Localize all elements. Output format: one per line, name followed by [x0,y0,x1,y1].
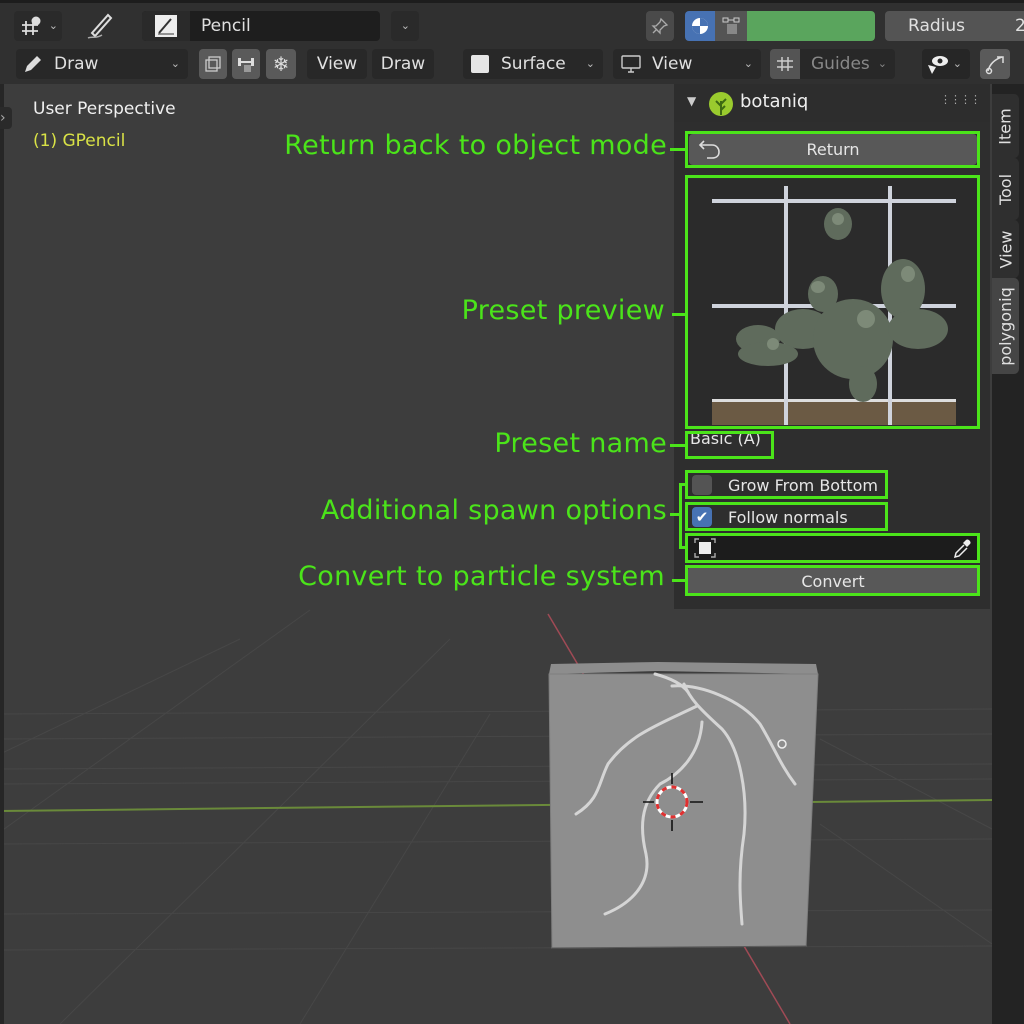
gizmo-icon [984,53,1006,75]
tab-item[interactable]: Item [992,94,1019,158]
annotation-preset-name: Preset name [494,428,667,459]
active-object-label: (1) GPencil [33,131,126,151]
brush-name[interactable]: Pencil [201,16,251,36]
color-mode-vertex-button[interactable] [715,11,747,41]
mode-label: Draw [54,54,99,74]
tab-item-label: Item [996,107,1016,145]
floor-grid-lines [0,609,992,1024]
highlight-return [685,131,980,168]
tool-header: ⌄ Pencil ⌄ Radius 2 [0,0,1024,46]
pin-button[interactable] [646,11,674,41]
pin-icon [651,17,669,35]
color-swatch[interactable] [747,11,875,41]
highlight-convert [685,565,980,596]
view-menu[interactable]: View [307,49,367,79]
mode-dropdown[interactable]: Draw ⌄ [16,49,188,79]
tab-tool[interactable]: Tool [992,158,1019,220]
viewport-title: User Perspective [33,99,176,119]
brush-browse-button[interactable]: ⌄ [391,11,419,41]
panel-title: botaniq [740,91,809,112]
annotation-spawn-options: Additional spawn options [320,495,667,526]
highlight-preset-name [685,431,774,459]
multiframe-button[interactable] [199,49,227,79]
placement-label: Surface [501,54,566,74]
guides-dropdown[interactable]: Guides ⌄ [800,49,895,79]
drag-handle-icon[interactable]: ⋮⋮⋮⋮ [940,93,981,106]
eye-cursor-icon [926,53,950,75]
chevron-down-icon: ⌄ [48,19,58,32]
highlight-grow-from-bottom [685,470,888,499]
pencil-icon [22,53,44,75]
object-visibility-dropdown[interactable]: ⌄ [922,49,970,79]
orientation-dropdown[interactable]: View ⌄ [613,49,761,79]
annotation-connector [672,579,685,582]
tab-polygoniq[interactable]: polygoniq [992,278,1019,374]
tab-view[interactable]: View [992,220,1019,278]
chevron-down-icon: ⌄ [400,19,410,32]
toolbar-edge [0,84,4,1024]
tab-tool-label: Tool [996,173,1016,205]
chevron-down-icon: ⌄ [877,57,887,70]
grease-pencil-object-icon [20,15,44,37]
lock-stroke-button[interactable]: ❄ [266,49,296,79]
annotation-connector [670,148,685,151]
gizmo-toggle[interactable] [980,49,1010,79]
collapse-triangle-icon[interactable]: ▼ [687,94,696,108]
toolbar-expand-arrow[interactable]: › [0,107,12,129]
tab-polygoniq-label: polygoniq [996,286,1016,366]
placement-dropdown[interactable]: Surface ⌄ [463,49,603,79]
monitor-icon [620,54,642,74]
surface-icon [471,55,489,73]
view-menu-label: View [316,54,358,74]
annotation-preview: Preset preview [461,295,665,326]
material-sphere-icon [690,16,710,36]
orientation-label: View [652,54,693,74]
vertex-paint-mode-button[interactable] [232,49,260,79]
tab-view-label: View [996,230,1015,268]
guides-toggle[interactable] [770,49,800,79]
radius-value[interactable]: 2 [1015,16,1024,36]
highlight-object-field [685,533,980,563]
color-swatch-fill [747,11,875,41]
chevron-down-icon: ⌄ [585,57,595,70]
weight-paint-icon [236,55,256,73]
highlight-preview [685,175,980,429]
panel-header[interactable]: ▼ botaniq ⋮⋮⋮⋮ [674,84,990,122]
chevron-down-icon: ⌄ [170,57,180,70]
x-axis-line [0,799,992,812]
annotation-return: Return back to object mode [284,130,667,161]
radius-field[interactable]: Radius 2 [885,11,1024,41]
botaniq-logo-icon [708,91,734,117]
chevron-down-icon: ⌄ [952,57,962,70]
grid-icon [775,55,795,73]
multiframe-icon [204,55,222,73]
pencil-tool-icon [84,9,116,41]
sidebar-tabs: Item Tool View polygoniq [992,84,1024,1024]
annotation-connector [670,444,685,447]
color-mode-material-button[interactable] [685,11,715,41]
snowflake-icon: ❄ [272,52,290,76]
editor-type-dropdown[interactable]: ⌄ [14,11,62,41]
highlight-follow-normals [685,502,888,531]
guides-label: Guides [811,54,870,74]
viewport-header: Draw ⌄ ❄ View Draw Surface ⌄ View ⌄ Guid… [0,46,1024,84]
annotation-connector [672,313,685,316]
blender-window: ⌄ Pencil ⌄ Radius 2 Draw ⌄ ❄ View Draw S… [0,0,1024,1024]
vertex-color-icon [721,16,741,36]
annotation-convert: Convert to particle system [298,561,665,592]
draw-menu-label: Draw [380,54,426,74]
annotation-bracket [679,483,686,549]
radius-label: Radius [908,16,966,36]
draw-menu[interactable]: Draw [372,49,434,79]
brush-preview-icon [142,11,190,41]
chevron-down-icon: ⌄ [743,57,753,70]
brush-selector[interactable]: Pencil [142,11,380,41]
